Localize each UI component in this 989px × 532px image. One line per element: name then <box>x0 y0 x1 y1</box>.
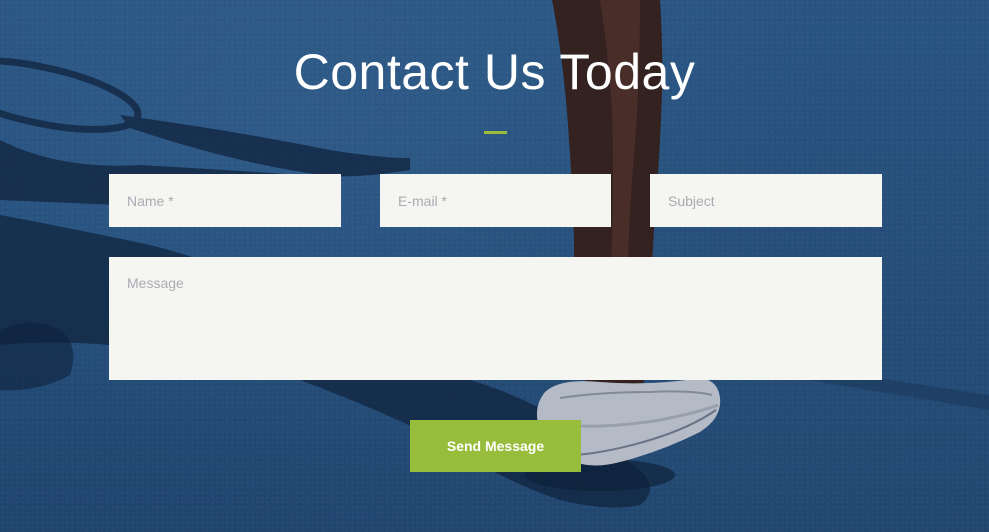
title-divider <box>484 131 507 134</box>
contact-section: Contact Us Today Send Message <box>0 0 989 532</box>
send-message-button[interactable]: Send Message <box>410 420 581 472</box>
name-field[interactable] <box>109 174 341 227</box>
email-field[interactable] <box>380 174 611 227</box>
subject-field[interactable] <box>650 174 882 227</box>
section-title: Contact Us Today <box>293 44 696 100</box>
message-field[interactable] <box>109 257 882 380</box>
